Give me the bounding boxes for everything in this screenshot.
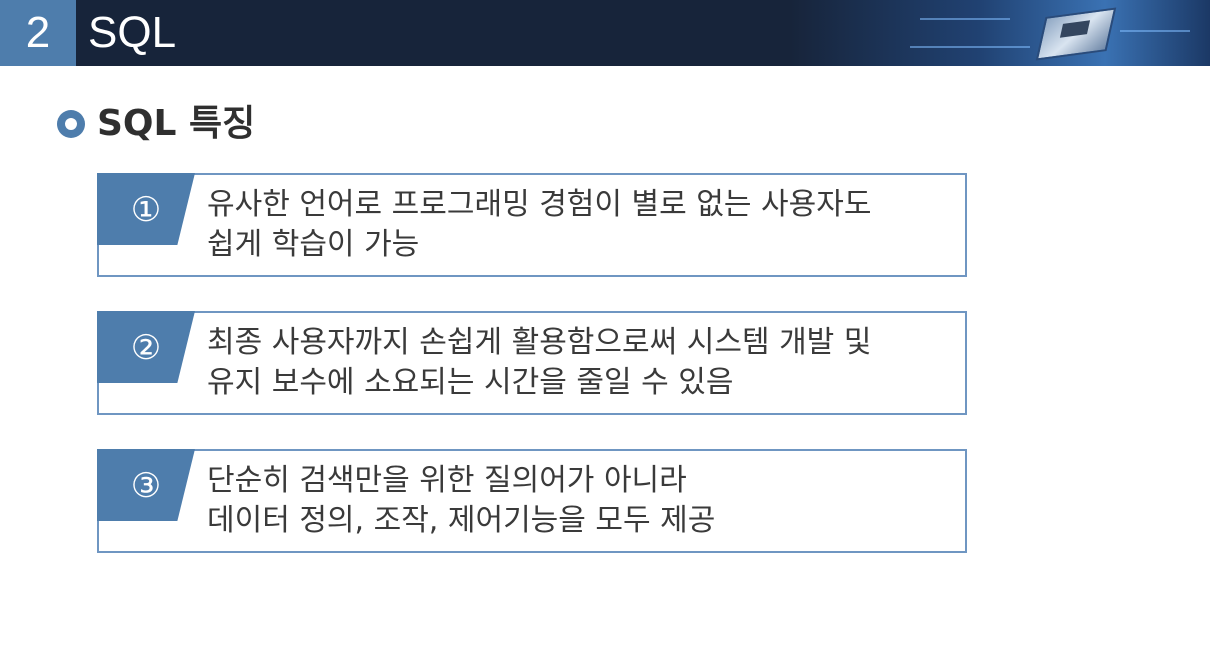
section-title: SQL: [88, 8, 177, 57]
card-text: 최종 사용자까지 손쉽게 활용함으로써 시스템 개발 및 유지 보수에 소요되는…: [207, 323, 957, 403]
card-text-line: 유사한 언어로 프로그래밍 경험이 별로 없는 사용자도: [207, 187, 872, 222]
card-text-line: 단순히 검색만을 위한 질의어가 아니라: [207, 463, 687, 498]
feature-card: ② 최종 사용자까지 손쉽게 활용함으로써 시스템 개발 및 유지 보수에 소요…: [97, 311, 967, 415]
page-title: SQL 특징: [97, 103, 256, 144]
feature-card: ① 유사한 언어로 프로그래밍 경험이 별로 없는 사용자도 쉽게 학습이 가능: [97, 173, 967, 277]
circuit-trace: [1120, 30, 1190, 32]
circuit-background: [790, 0, 1210, 66]
title-bar: 2 SQL: [0, 0, 1210, 66]
card-text-line: 쉽게 학습이 가능: [207, 227, 420, 262]
card-text-line: 최종 사용자까지 손쉽게 활용함으로써 시스템 개발 및: [207, 325, 872, 360]
feature-card: ③ 단순히 검색만을 위한 질의어가 아니라 데이터 정의, 조작, 제어기능을…: [97, 449, 967, 553]
card-text-line: 유지 보수에 소요되는 시간을 줄일 수 있음: [207, 365, 734, 400]
card-text-line: 데이터 정의, 조작, 제어기능을 모두 제공: [207, 503, 716, 538]
bullet-circle-icon: [57, 110, 85, 138]
circuit-trace: [920, 18, 1010, 20]
card-text: 단순히 검색만을 위한 질의어가 아니라 데이터 정의, 조작, 제어기능을 모…: [207, 461, 957, 541]
section-number: 2: [0, 0, 76, 66]
card-number: ②: [130, 328, 162, 368]
card-text: 유사한 언어로 프로그래밍 경험이 별로 없는 사용자도 쉽게 학습이 가능: [207, 185, 957, 265]
circuit-trace: [910, 46, 1030, 48]
card-number: ①: [130, 190, 162, 230]
card-number: ③: [130, 466, 162, 506]
